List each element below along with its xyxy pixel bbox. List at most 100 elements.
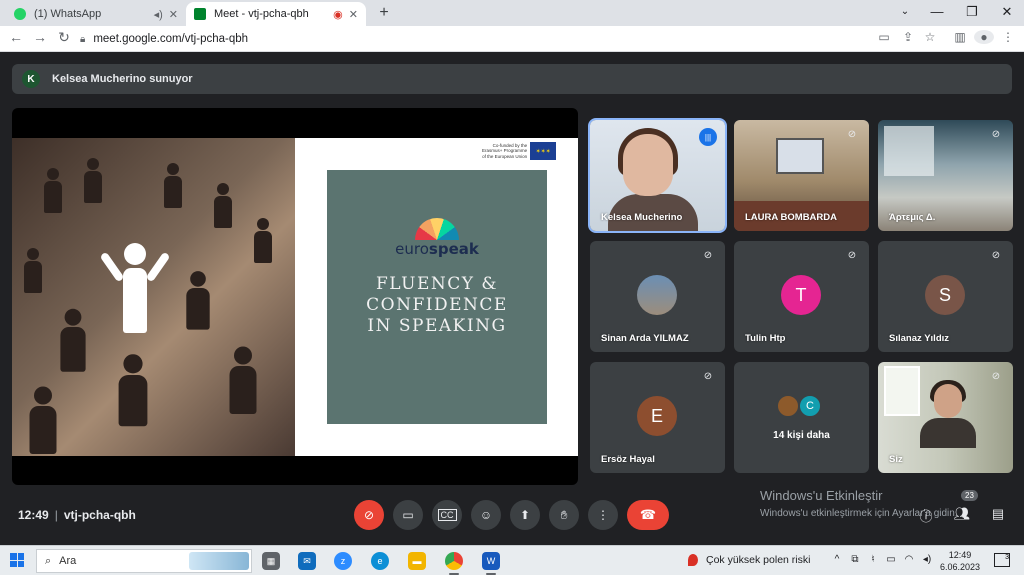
- mic-off-icon: ⊘: [991, 250, 1001, 261]
- activation-title: Windows'u Etkinleştir: [760, 488, 883, 503]
- participant-name: Ersöz Hayal: [601, 454, 655, 465]
- address-bar-row: ← → ↻ 🔒︎ meet.google.com/vtj-pcha-qbh ▭ …: [0, 26, 1024, 52]
- shared-slide: Co-funded by the Erasmus+ Programme of t…: [12, 138, 578, 456]
- chrome-icon[interactable]: [445, 552, 463, 575]
- presenter-avatar: K: [22, 70, 40, 88]
- close-tab-icon[interactable]: ✕: [349, 8, 358, 21]
- participant-tile[interactable]: ⊘ LAURA BOMBARDA: [734, 120, 869, 231]
- clock-time: 12:49: [948, 550, 972, 560]
- file-explorer-icon[interactable]: ▬: [408, 552, 426, 570]
- mail-icon[interactable]: ✉: [298, 552, 316, 570]
- chevron-up-icon[interactable]: ^: [830, 554, 844, 565]
- profile-avatar[interactable]: ●: [974, 30, 994, 44]
- end-call-icon: ☎: [639, 507, 657, 522]
- zoom-icon[interactable]: z: [334, 552, 352, 570]
- participant-tile[interactable]: ⊘ T Tulin Htp: [734, 241, 869, 352]
- more-participants-label: 14 kişi daha: [773, 430, 830, 441]
- profile-photo-avatar: [637, 275, 677, 315]
- participant-tile[interactable]: ⊘ Sinan Arda YILMAZ: [590, 241, 725, 352]
- participant-name: Tulin Htp: [745, 333, 786, 344]
- people-icon[interactable]: 👥︎: [952, 506, 972, 522]
- clock-date: 6.06.2023: [940, 562, 981, 572]
- leave-call-button[interactable]: ☎: [627, 500, 669, 530]
- initial-avatar: E: [637, 396, 677, 436]
- close-tab-icon[interactable]: ✕: [169, 8, 178, 21]
- self-tile[interactable]: ⊘ Siz: [878, 362, 1013, 473]
- participant-name: Sılanaz Yıldız: [889, 333, 950, 344]
- brand-suffix: speak: [428, 240, 479, 258]
- tab-search-icon[interactable]: ⌄: [888, 0, 922, 26]
- tab-whatsapp[interactable]: (1) WhatsApp ◂) ✕: [6, 2, 186, 26]
- mic-off-icon: ⊘: [703, 250, 713, 261]
- url-text: meet.google.com/vtj-pcha-qbh: [93, 33, 249, 45]
- search-highlight-image: [189, 552, 249, 570]
- tab-meet[interactable]: Meet - vtj-pcha-qbh ◉ ✕: [186, 2, 366, 26]
- url-field[interactable]: 🔒︎ meet.google.com/vtj-pcha-qbh: [80, 29, 860, 49]
- participant-tile[interactable]: ⊘ Άρτεμις Δ.: [878, 120, 1013, 231]
- emoji-icon: ☺: [479, 508, 493, 522]
- raise-hand-button[interactable]: ✋︎: [549, 500, 579, 530]
- weather-widget[interactable]: Çok yüksek polen riski: [688, 554, 810, 566]
- mic-off-icon: ⊘: [847, 129, 857, 140]
- more-vertical-icon: ⋮: [597, 508, 609, 522]
- camera-toggle-button[interactable]: ▭: [393, 500, 423, 530]
- forward-icon[interactable]: →: [30, 29, 50, 45]
- volume-icon[interactable]: ◂): [920, 554, 934, 565]
- eu-text-line: Erasmus+ Programme: [482, 148, 528, 154]
- info-icon[interactable]: ⓘ: [916, 506, 936, 525]
- participant-name: Άρτεμις Δ.: [889, 212, 936, 223]
- reload-icon[interactable]: ↻: [54, 29, 74, 46]
- microphone-icon[interactable]: ♮: [866, 554, 880, 565]
- sidebar-icon[interactable]: ▥: [950, 30, 970, 44]
- participant-tile[interactable]: ⊘ S Sılanaz Yıldız: [878, 241, 1013, 352]
- more-options-button[interactable]: ⋮: [588, 500, 618, 530]
- participant-count-badge: 23: [961, 490, 978, 501]
- share-icon[interactable]: ⇪: [898, 30, 918, 44]
- camera-icon[interactable]: ▭: [874, 30, 894, 44]
- edge-icon[interactable]: e: [371, 552, 389, 570]
- present-button[interactable]: ⬆: [510, 500, 540, 530]
- taskbar-search[interactable]: ⌕ Ara: [36, 549, 252, 573]
- network-device-icon[interactable]: ⧉: [848, 554, 862, 565]
- task-view-icon[interactable]: ▦: [262, 552, 280, 570]
- battery-icon[interactable]: ▭: [884, 554, 898, 565]
- minimize-button[interactable]: —: [920, 0, 954, 26]
- start-button[interactable]: [10, 553, 24, 567]
- weather-text: Çok yüksek polen riski: [706, 554, 811, 566]
- participant-name: Kelsea Mucherino: [601, 212, 683, 223]
- meet-icon: [194, 8, 206, 20]
- system-clock[interactable]: 12:49 6.06.2023: [940, 549, 980, 573]
- notification-center-icon[interactable]: 3: [994, 553, 1010, 567]
- bookmark-star-icon[interactable]: ☆: [920, 30, 940, 44]
- close-window-button[interactable]: ✕: [990, 0, 1024, 26]
- participant-tile[interactable]: ⊘ E Ersöz Hayal: [590, 362, 725, 473]
- speaker-icon[interactable]: ◂): [154, 8, 163, 21]
- meeting-code: vtj-pcha-qbh: [63, 508, 136, 522]
- captions-button[interactable]: CC: [432, 500, 462, 530]
- pollen-alert-icon: [688, 554, 698, 566]
- wifi-icon[interactable]: ◠: [902, 554, 916, 565]
- participant-name: LAURA BOMBARDA: [745, 212, 837, 223]
- word-icon[interactable]: W: [482, 552, 500, 575]
- camera-icon: ▭: [402, 508, 414, 522]
- restore-button[interactable]: ❐: [955, 0, 989, 26]
- standout-figure-icon: [99, 243, 171, 338]
- presentation-stage[interactable]: Co-funded by the Erasmus+ Programme of t…: [12, 108, 578, 485]
- speaking-indicator-icon: |||: [699, 128, 717, 146]
- menu-icon[interactable]: ⋮: [998, 30, 1018, 44]
- participant-tile[interactable]: ||| Kelsea Mucherino: [588, 118, 727, 233]
- back-icon[interactable]: ←: [6, 29, 26, 45]
- emoji-button[interactable]: ☺: [471, 500, 501, 530]
- more-participants-tile[interactable]: C 14 kişi daha: [734, 362, 869, 473]
- new-tab-button[interactable]: +: [374, 4, 394, 22]
- chat-icon[interactable]: ▤: [988, 506, 1008, 522]
- whatsapp-icon: [14, 8, 26, 20]
- search-placeholder: Ara: [59, 555, 77, 567]
- participant-name: Sinan Arda YILMAZ: [601, 333, 689, 344]
- crowd-image: [12, 138, 295, 456]
- lock-icon: 🔒︎: [80, 33, 86, 45]
- headline-line: IN SPEAKING: [367, 316, 507, 336]
- mic-toggle-button[interactable]: ⊘: [354, 500, 384, 530]
- avatar: [776, 394, 800, 418]
- slide-title-card: eurospeak FLUENCY & CONFIDENCE IN SPEAKI…: [327, 170, 547, 424]
